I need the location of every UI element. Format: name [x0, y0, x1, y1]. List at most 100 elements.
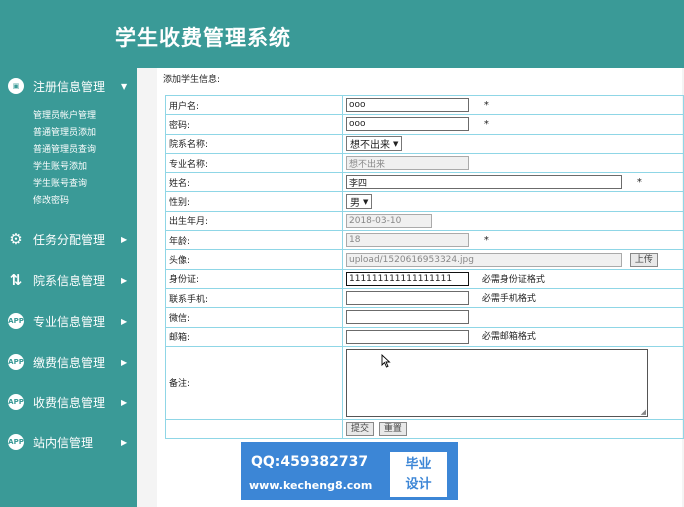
sidebar: ▣ 注册信息管理 ▼ 管理员帐户管理 普通管理员添加 普通管理员查询 学生账号添… — [0, 68, 137, 507]
form-heading: 添加学生信息: — [163, 75, 221, 85]
menu-payment[interactable]: APP 缴费信息管理 ▶ — [0, 351, 137, 373]
field-label: 年龄: — [165, 230, 343, 251]
avatar-path-input[interactable] — [346, 252, 622, 267]
form-row-major: 专业名称: — [165, 152, 684, 174]
idcard-hint: 必需身份证格式 — [481, 274, 545, 285]
form-row-birthdate: 出生年月: — [165, 210, 684, 232]
app-title: 学生收费管理系统 — [115, 25, 291, 50]
form-row-idcard: 身份证: 必需身份证格式 — [165, 268, 684, 289]
field-label: 专业名称: — [165, 152, 343, 174]
form-row-gender: 性别: 男 ▼ — [165, 191, 684, 212]
menu-label: 收费信息管理 — [33, 395, 106, 410]
submenu-admin-account[interactable]: 管理员帐户管理 — [33, 108, 96, 121]
field-label: 联系手机: — [165, 287, 343, 309]
form-row-age: 年龄: * — [165, 230, 684, 251]
email-hint: 必需邮箱格式 — [481, 332, 536, 343]
menu-registration[interactable]: ▣ 注册信息管理 ▼ — [0, 75, 137, 97]
username-input[interactable] — [346, 98, 469, 113]
upload-button[interactable]: 上传 — [629, 252, 658, 267]
field-label: 微信: — [165, 307, 343, 328]
field-label: 院系名称: — [165, 133, 343, 154]
chevron-right-icon: ▶ — [121, 397, 128, 407]
phone-input[interactable] — [346, 291, 469, 306]
transfer-icon: ⇅ — [9, 271, 23, 289]
app-icon: APP — [8, 434, 24, 450]
form-row-department: 院系名称: 想不出来 ▼ — [165, 133, 684, 154]
form-row-email: 邮箱: 必需邮箱格式 — [165, 326, 684, 347]
caret-down-icon: ▼ — [363, 197, 369, 206]
field-label: 用户名: — [165, 94, 343, 116]
app-icon: APP — [8, 394, 24, 410]
major-input[interactable] — [346, 156, 469, 171]
watermark-url: www.kecheng8.com — [249, 479, 373, 492]
phone-hint: 必需手机格式 — [481, 293, 536, 304]
watermark-logo-line2: 设计 — [405, 477, 432, 492]
submenu-query-student[interactable]: 学生账号查询 — [33, 176, 87, 189]
form-row-remark: 备注: ◢ — [165, 345, 684, 420]
app-header: 学生收费管理系统 — [0, 0, 684, 68]
submit-button[interactable]: 提交 — [346, 422, 375, 436]
app-icon: APP — [8, 313, 24, 329]
mouse-cursor-icon — [381, 354, 391, 368]
chevron-down-icon: ▼ — [121, 81, 128, 91]
form-row-avatar: 头像: 上传 — [165, 249, 684, 270]
form-row-username: 用户名: * — [165, 94, 684, 116]
remark-textarea[interactable]: ◢ — [346, 348, 648, 417]
field-label: 身份证: — [165, 268, 343, 289]
required-mark: * — [483, 99, 489, 111]
password-input[interactable] — [346, 117, 469, 132]
age-input[interactable] — [346, 233, 469, 248]
required-mark: * — [483, 234, 489, 246]
menu-label: 院系信息管理 — [33, 273, 106, 288]
field-label: 邮箱: — [165, 326, 343, 347]
menu-label: 专业信息管理 — [33, 314, 106, 329]
reset-button[interactable]: 重置 — [378, 422, 407, 436]
watermark-logo-line1: 毕业 — [405, 457, 432, 472]
field-label: 性别: — [165, 191, 343, 212]
department-selected: 想不出来 — [350, 140, 390, 152]
field-label: 头像: — [165, 249, 343, 270]
menu-label: 注册信息管理 — [33, 79, 106, 94]
name-input[interactable] — [346, 175, 622, 190]
chevron-right-icon: ▶ — [121, 275, 128, 285]
menu-task-assignment[interactable]: ⚙ 任务分配管理 ▶ — [0, 228, 137, 250]
menu-label: 任务分配管理 — [33, 232, 106, 247]
menu-department[interactable]: ⇅ 院系信息管理 ▶ — [0, 269, 137, 291]
watermark-banner: QQ:459382737 www.kecheng8.com 毕业 设计 — [241, 442, 458, 500]
menu-label: 站内信管理 — [33, 435, 94, 450]
submenu-change-password[interactable]: 修改密码 — [33, 193, 69, 206]
chevron-right-icon: ▶ — [121, 316, 128, 326]
chevron-right-icon: ▶ — [121, 437, 128, 447]
menu-messages[interactable]: APP 站内信管理 ▶ — [0, 431, 137, 453]
watermark-logo: 毕业 设计 — [390, 452, 447, 497]
menu-charge[interactable]: APP 收费信息管理 ▶ — [0, 391, 137, 413]
resize-handle-icon[interactable]: ◢ — [641, 408, 646, 416]
wechat-input[interactable] — [346, 310, 469, 325]
gender-select[interactable]: 男 ▼ — [346, 194, 373, 210]
birthdate-input[interactable] — [346, 213, 432, 228]
submenu-add-admin[interactable]: 普通管理员添加 — [33, 125, 96, 138]
form-row-actions: 提交 重置 — [165, 418, 684, 440]
watermark-qq: QQ:459382737 — [251, 454, 369, 470]
form-row-phone: 联系手机: 必需手机格式 — [165, 287, 684, 309]
app-icon: APP — [8, 354, 24, 370]
caret-down-icon: ▼ — [393, 139, 399, 148]
menu-label: 缴费信息管理 — [33, 355, 106, 370]
chevron-right-icon: ▶ — [121, 357, 128, 367]
submenu-query-admin[interactable]: 普通管理员查询 — [33, 142, 96, 155]
gender-selected: 男 — [350, 198, 360, 210]
field-label: 备注: — [165, 345, 343, 420]
submenu-add-student[interactable]: 学生账号添加 — [33, 159, 87, 172]
required-mark: * — [483, 118, 489, 130]
idcard-input[interactable] — [346, 272, 469, 287]
menu-major[interactable]: APP 专业信息管理 ▶ — [0, 310, 137, 332]
chevron-right-icon: ▶ — [121, 234, 128, 244]
department-select[interactable]: 想不出来 ▼ — [346, 136, 403, 152]
form-row-wechat: 微信: — [165, 307, 684, 328]
field-label: 姓名: — [165, 172, 343, 193]
student-form: 用户名: * 密码: * 院系名称: 想不出来 ▼ 专业名称: 姓名: * — [165, 94, 684, 440]
email-input[interactable] — [346, 329, 469, 344]
form-row-name: 姓名: * — [165, 172, 684, 193]
field-label: 密码: — [165, 114, 343, 135]
monitor-icon: ▣ — [8, 78, 24, 94]
